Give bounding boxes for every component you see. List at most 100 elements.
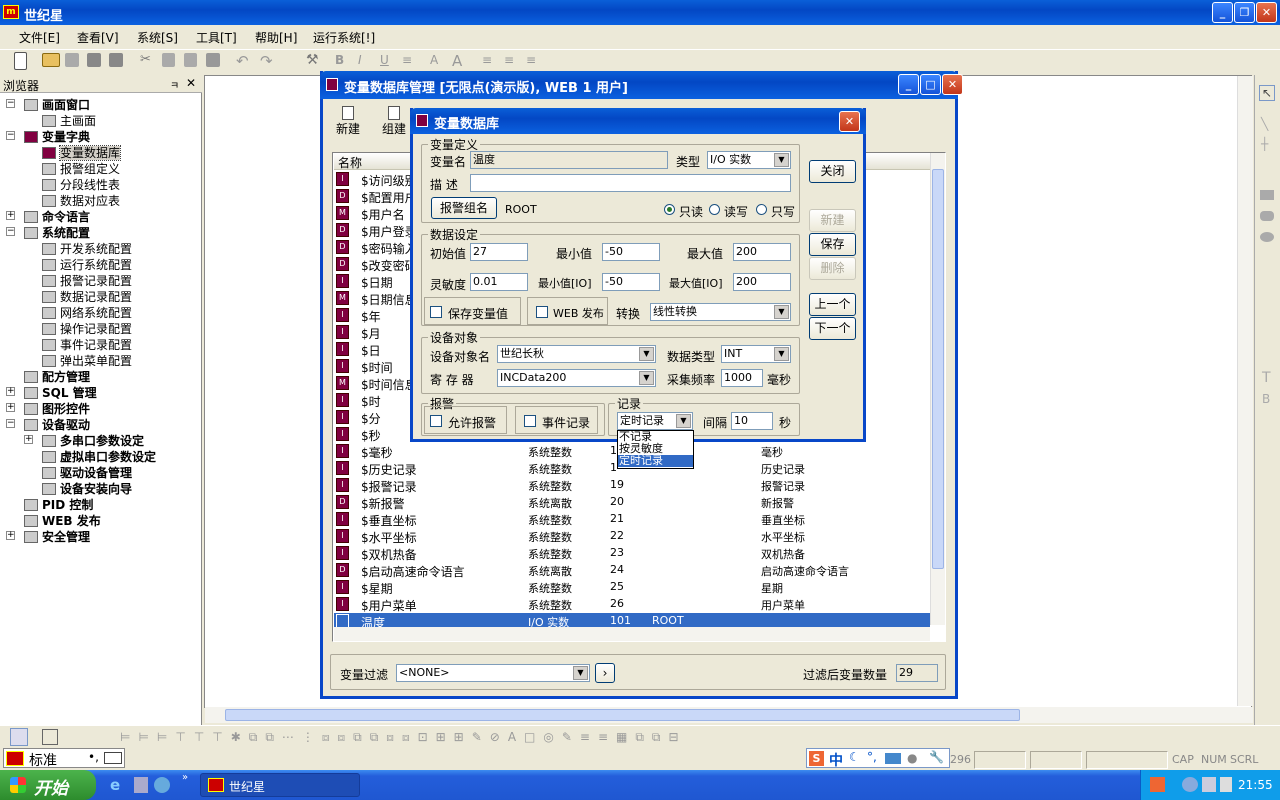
tree-item[interactable]: − 变量字典 xyxy=(6,128,90,144)
tree-item[interactable]: + 安全管理 xyxy=(6,528,90,544)
open-folder-icon[interactable] xyxy=(42,53,60,67)
align-tools-icon[interactable]: ⊨⊨⊨⊤⊤⊤✱⧉⧉⋯⋮⧈⧈⧉⧉⧈⧈⊡⊞⊞✎⊘A□◎✎≡≡▦⧉⧉⊟ xyxy=(120,730,687,745)
list-scroll-thumb[interactable] xyxy=(932,169,944,569)
dialog-next-button[interactable]: 下一个 xyxy=(809,317,856,340)
dialog-save-button[interactable]: 保存 xyxy=(809,233,856,256)
data-type-dropdown-icon[interactable]: ▼ xyxy=(774,347,789,361)
list-hscroll[interactable] xyxy=(334,627,930,641)
device-dropdown-icon[interactable]: ▼ xyxy=(639,347,654,361)
dialog-close-x[interactable]: ✕ xyxy=(839,111,860,132)
tree-item[interactable]: 分段线性表 xyxy=(42,176,120,192)
layout-icon[interactable] xyxy=(10,728,28,746)
sogou-chinese-icon[interactable]: 中 xyxy=(829,750,843,770)
tree-expander-icon[interactable]: − xyxy=(6,131,15,140)
align-center-icon[interactable]: ≡ xyxy=(504,53,522,71)
quicklaunch-icon-2[interactable] xyxy=(134,777,148,793)
ime-mode-label[interactable]: 标准 xyxy=(29,750,57,770)
filter-dropdown-icon[interactable]: ▼ xyxy=(573,666,588,680)
save-icon[interactable] xyxy=(87,53,101,67)
tree-item[interactable]: − 设备驱动 xyxy=(6,416,90,432)
tree-item[interactable]: 弹出菜单配置 xyxy=(42,352,132,368)
tree-item[interactable]: 报警组定义 xyxy=(42,160,120,176)
filter-apply-button[interactable]: › xyxy=(595,663,615,683)
taskbar-task-app[interactable]: 世纪星 xyxy=(200,773,360,797)
underline-icon[interactable]: U xyxy=(380,53,398,71)
tree-expander-icon[interactable]: + xyxy=(24,435,33,444)
record-dropdown-icon[interactable]: ▼ xyxy=(676,414,691,428)
ime-keyboard-icon[interactable] xyxy=(104,752,122,764)
copy2-icon[interactable] xyxy=(162,53,175,67)
ie-icon[interactable]: e xyxy=(110,777,126,793)
list-vscroll[interactable] xyxy=(930,153,945,625)
align-right-icon[interactable]: ≡ xyxy=(526,53,544,71)
canvas-vscroll[interactable] xyxy=(1237,76,1253,706)
font-large-icon[interactable]: A xyxy=(452,52,470,70)
type-select[interactable]: I/O 实数 ▼ xyxy=(707,151,791,169)
tree-item[interactable]: + 命令语言 xyxy=(6,208,90,224)
allow-alarm-checkbox[interactable] xyxy=(430,415,442,427)
table-row[interactable]: I $水平坐标 系统整数 22 水平坐标 xyxy=(334,528,930,545)
radio-readonly[interactable] xyxy=(664,204,675,215)
tree-item[interactable]: − 系统配置 xyxy=(6,224,90,240)
cross-tool-icon[interactable]: ┼ xyxy=(1261,137,1268,151)
table-row[interactable]: D $新报警 系统离散 20 新报警 xyxy=(334,494,930,511)
init-field[interactable]: 27 xyxy=(470,243,528,261)
build-icon[interactable]: ⚒ xyxy=(306,52,324,70)
record-select[interactable]: 定时记录 ▼ xyxy=(617,412,693,430)
sogou-keyboard-icon[interactable] xyxy=(885,753,901,764)
rect-tool-icon[interactable] xyxy=(1260,190,1274,200)
sens-field[interactable]: 0.01 xyxy=(470,273,528,291)
grid-icon[interactable] xyxy=(42,729,58,745)
min-io-field[interactable]: -50 xyxy=(602,273,660,291)
interval-field[interactable]: 10 xyxy=(731,412,773,430)
col-name-header[interactable]: 名称 xyxy=(338,154,362,171)
tree-item[interactable]: 数据对应表 xyxy=(42,192,120,208)
menu-tools[interactable]: 工具[T] xyxy=(196,29,237,46)
table-row[interactable]: I $垂直坐标 系统整数 21 垂直坐标 xyxy=(334,511,930,528)
var-name-field[interactable]: 温度 xyxy=(470,151,668,169)
vdb-new-button[interactable]: 新建 xyxy=(334,104,362,138)
radio-readwrite[interactable] xyxy=(709,204,720,215)
type-dropdown-icon[interactable]: ▼ xyxy=(774,153,789,167)
dialog-new-button[interactable]: 新建 xyxy=(809,209,856,232)
sogou-tools-icon[interactable]: 🔧 xyxy=(929,750,944,764)
paste-icon[interactable] xyxy=(184,53,197,67)
ellipse-tool-icon[interactable] xyxy=(1260,232,1274,242)
tree-item[interactable]: − 画面窗口 xyxy=(6,96,90,112)
tree-expander-icon[interactable]: − xyxy=(6,227,15,236)
tree-expander-icon[interactable]: + xyxy=(6,387,15,396)
tray-sogou-icon[interactable] xyxy=(1150,777,1165,792)
tree-item[interactable]: 变量数据库 xyxy=(42,144,122,161)
bold-icon[interactable]: B xyxy=(335,53,353,71)
tree-item[interactable]: 配方管理 xyxy=(24,368,90,384)
tree-item[interactable]: + SQL 管理 xyxy=(6,384,97,400)
tree-expander-icon[interactable]: + xyxy=(6,211,15,220)
register-select[interactable]: INCData200 ▼ xyxy=(497,369,656,387)
restore-button[interactable]: ❐ xyxy=(1234,2,1255,23)
tray-misc-icon[interactable] xyxy=(1220,777,1232,792)
pin-icon[interactable]: ㅋ xyxy=(170,77,179,92)
radio-writeonly[interactable] xyxy=(756,204,767,215)
table-row[interactable]: I $双机热备 系统整数 23 双机热备 xyxy=(334,545,930,562)
tree-expander-icon[interactable]: − xyxy=(6,419,15,428)
strike-icon[interactable]: ≡ xyxy=(402,53,420,71)
undo-icon[interactable]: ↶ xyxy=(236,52,254,70)
sogou-moon-icon[interactable]: ☾ xyxy=(849,750,860,764)
pointer-icon[interactable]: ↖ xyxy=(1259,85,1275,101)
italic-icon[interactable]: I xyxy=(358,53,376,71)
text-tool-icon[interactable]: T xyxy=(1262,370,1271,386)
max-field[interactable]: 200 xyxy=(733,243,791,261)
tree-item[interactable]: 虚拟串口参数设定 xyxy=(42,448,156,464)
record-option-timed[interactable]: 定时记录 xyxy=(618,455,693,467)
device-select[interactable]: 世纪长秋 ▼ xyxy=(497,345,656,363)
menu-file[interactable]: 文件[E] xyxy=(19,29,60,46)
vdb-minimize-button[interactable]: _ xyxy=(898,74,919,95)
tree-item[interactable]: 操作记录配置 xyxy=(42,320,132,336)
table-row[interactable]: I $用户菜单 系统整数 26 用户菜单 xyxy=(334,596,930,613)
copy-icon[interactable] xyxy=(65,53,79,67)
table-row[interactable]: I $报警记录 系统整数 19 报警记录 xyxy=(334,477,930,494)
vdb-maximize-button[interactable]: □ xyxy=(920,74,941,95)
new-file-icon[interactable] xyxy=(14,52,27,70)
quicklaunch-more-icon[interactable]: » xyxy=(182,772,188,783)
line-tool-icon[interactable]: ╲ xyxy=(1261,117,1268,131)
